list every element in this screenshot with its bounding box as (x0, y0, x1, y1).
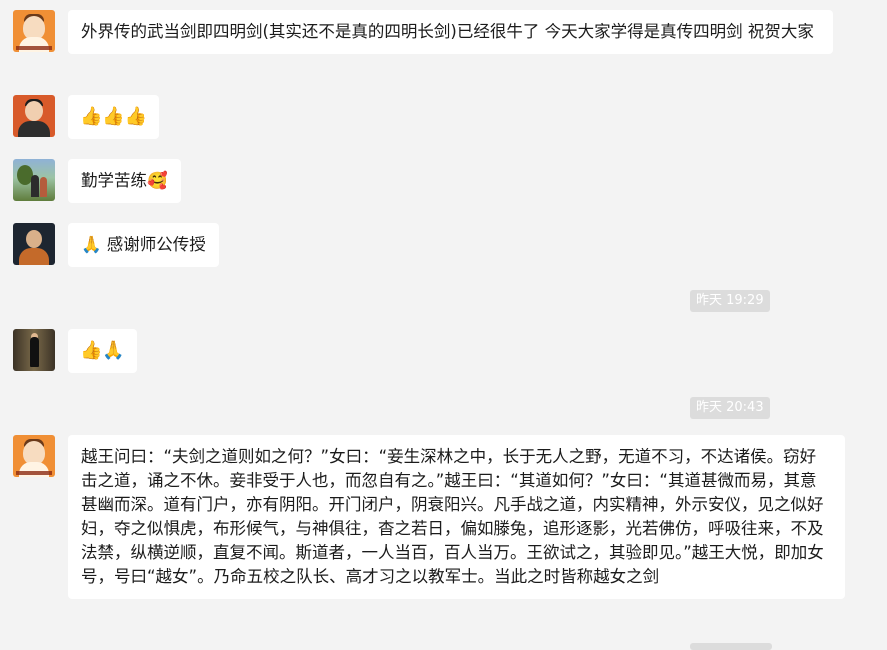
message-bubble[interactable]: 👍👍👍 (68, 95, 160, 139)
chat-message: 👍🙏 (13, 329, 137, 373)
timestamp: 昨天 20:43 (690, 397, 770, 419)
message-bubble[interactable]: 外界传的武当剑即四明剑(其实还不是真的四明长剑)已经很牛了 今天大家学得是真传四… (68, 10, 833, 54)
timestamp: 昨天 19:29 (690, 290, 770, 312)
avatar[interactable] (13, 223, 55, 265)
chat-message: 外界传的武当剑即四明剑(其实还不是真的四明长剑)已经很牛了 今天大家学得是真传四… (13, 10, 833, 54)
message-bubble[interactable]: 越王问曰：“夫剑之道则如之何？”女曰：“妾生深林之中，长于无人之野，无道不习，不… (68, 435, 845, 599)
message-bubble[interactable]: 👍🙏 (68, 329, 137, 373)
message-bubble[interactable]: 🙏 感谢师公传授 (68, 223, 219, 267)
avatar[interactable] (13, 10, 55, 52)
avatar[interactable] (13, 95, 55, 137)
message-bubble[interactable]: 勤学苦练🥰 (68, 159, 181, 203)
chat-message: 🙏 感谢师公传授 (13, 223, 219, 267)
chat-message: 越王问曰：“夫剑之道则如之何？”女曰：“妾生深林之中，长于无人之野，无道不习，不… (13, 435, 845, 599)
chat-message: 👍👍👍 (13, 95, 160, 139)
avatar[interactable] (13, 159, 55, 201)
timestamp-partial (690, 643, 772, 650)
avatar[interactable] (13, 329, 55, 371)
chat-message: 勤学苦练🥰 (13, 159, 181, 203)
avatar[interactable] (13, 435, 55, 477)
